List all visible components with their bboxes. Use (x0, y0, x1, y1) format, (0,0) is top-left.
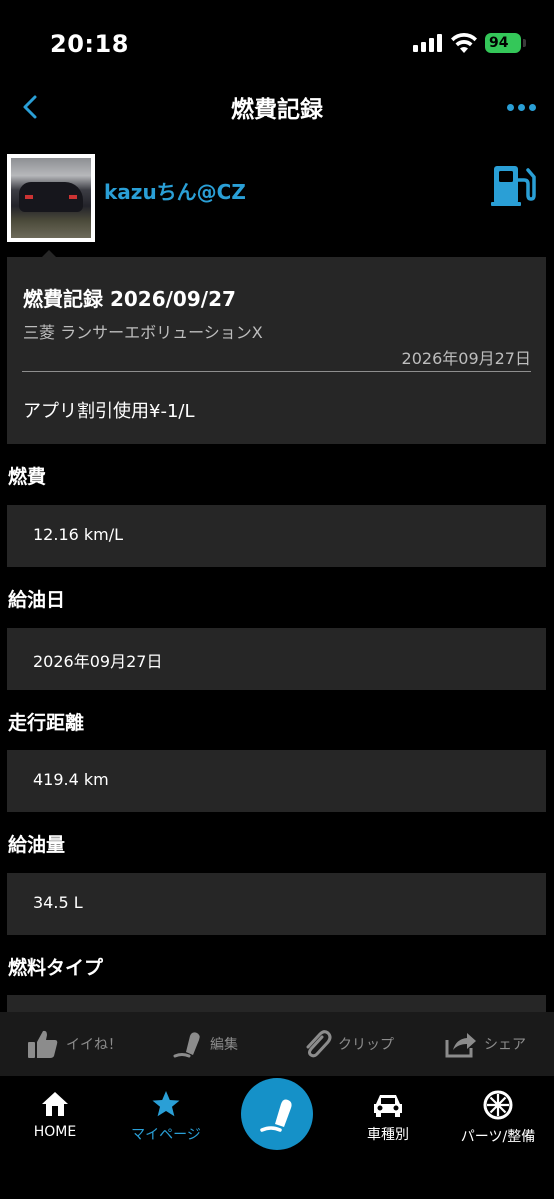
status-bar: 20:18 94 (0, 0, 554, 86)
clip-label: クリップ (338, 1037, 394, 1053)
star-icon (152, 1091, 180, 1117)
page-title: 燃費記録 (231, 97, 323, 123)
cellular-signal-icon (413, 34, 443, 52)
refuel-date-field: 2026年09月27日 (7, 628, 546, 690)
car-photo (11, 158, 91, 238)
record-summary-card: 燃費記録 2026/09/27 三菱 ランサーエボリューションX 2026年09… (7, 257, 546, 444)
record-note: アプリ割引使用¥-1/L (23, 401, 195, 422)
record-car-model: 三菱 ランサーエボリューションX (23, 323, 263, 342)
avatar[interactable] (7, 154, 95, 242)
divider (22, 371, 531, 372)
fuel-pump-icon (491, 166, 536, 206)
tab-parts[interactable]: パーツ/整備 (443, 1090, 553, 1146)
tab-bar: HOME マイページ 車種別 パーツ/整備 (0, 1076, 554, 1199)
home-icon (42, 1092, 68, 1116)
navigation-bar: 燃費記録 (0, 80, 554, 136)
thumbs-up-icon (28, 1030, 58, 1058)
pen-icon (260, 1099, 292, 1132)
record-title: 燃費記録 2026/09/27 (23, 287, 236, 311)
main-content[interactable]: kazuちん@CZ 燃費記録 2026/09/27 三菱 ランサーエボリューショ… (0, 138, 554, 1012)
like-label: イイね！ (66, 1037, 122, 1053)
share-label: シェア (484, 1037, 526, 1053)
tab-parts-label: パーツ/整備 (460, 1129, 536, 1145)
fuel-economy-value: 12.16 km/L (33, 525, 124, 544)
wifi-icon (451, 32, 477, 53)
action-bar: イイね！ 編集 クリップ シェア (0, 1012, 554, 1076)
refuel-date-label: 給油日 (8, 589, 66, 611)
edit-button[interactable]: 編集 (172, 1012, 238, 1076)
fuel-amount-label: 給油量 (8, 834, 66, 856)
card-pointer (42, 250, 56, 257)
refuel-date-value: 2026年09月27日 (33, 652, 163, 671)
distance-label: 走行距離 (8, 712, 85, 734)
tab-by-car[interactable]: 車種別 (333, 1090, 443, 1144)
fuel-type-label: 燃料タイプ (8, 957, 104, 979)
share-icon (445, 1033, 476, 1058)
status-time: 20:18 (50, 30, 129, 58)
battery-level: 94 (489, 35, 509, 51)
paperclip-icon (306, 1030, 332, 1058)
distance-field: 419.4 km (7, 750, 546, 812)
tab-mypage[interactable]: マイページ (111, 1090, 221, 1144)
pen-icon (173, 1032, 200, 1058)
like-button[interactable]: イイね！ (26, 1012, 122, 1076)
record-date: 2026年09月27日 (401, 349, 531, 368)
edit-label: 編集 (210, 1037, 238, 1053)
wheel-icon (483, 1090, 513, 1120)
clip-button[interactable]: クリップ (302, 1012, 394, 1076)
fuel-amount-value: 34.5 L (33, 893, 83, 912)
car-icon (374, 1095, 402, 1117)
tab-mypage-label: マイページ (131, 1127, 201, 1143)
fuel-economy-field: 12.16 km/L (7, 505, 546, 567)
fuel-type-field (7, 995, 546, 1012)
username-link[interactable]: kazuちん@CZ (104, 176, 246, 205)
battery-indicator: 94 (485, 33, 521, 53)
fuel-amount-field: 34.5 L (7, 873, 546, 935)
tab-by-car-label: 車種別 (367, 1127, 409, 1143)
post-button[interactable] (241, 1078, 313, 1150)
distance-value: 419.4 km (33, 770, 109, 789)
fuel-economy-label: 燃費 (8, 466, 47, 488)
tab-home[interactable]: HOME (0, 1090, 110, 1140)
share-button[interactable]: シェア (444, 1012, 526, 1076)
tab-home-label: HOME (33, 1124, 77, 1140)
battery-cap (523, 39, 526, 47)
more-options-icon[interactable] (505, 102, 537, 114)
